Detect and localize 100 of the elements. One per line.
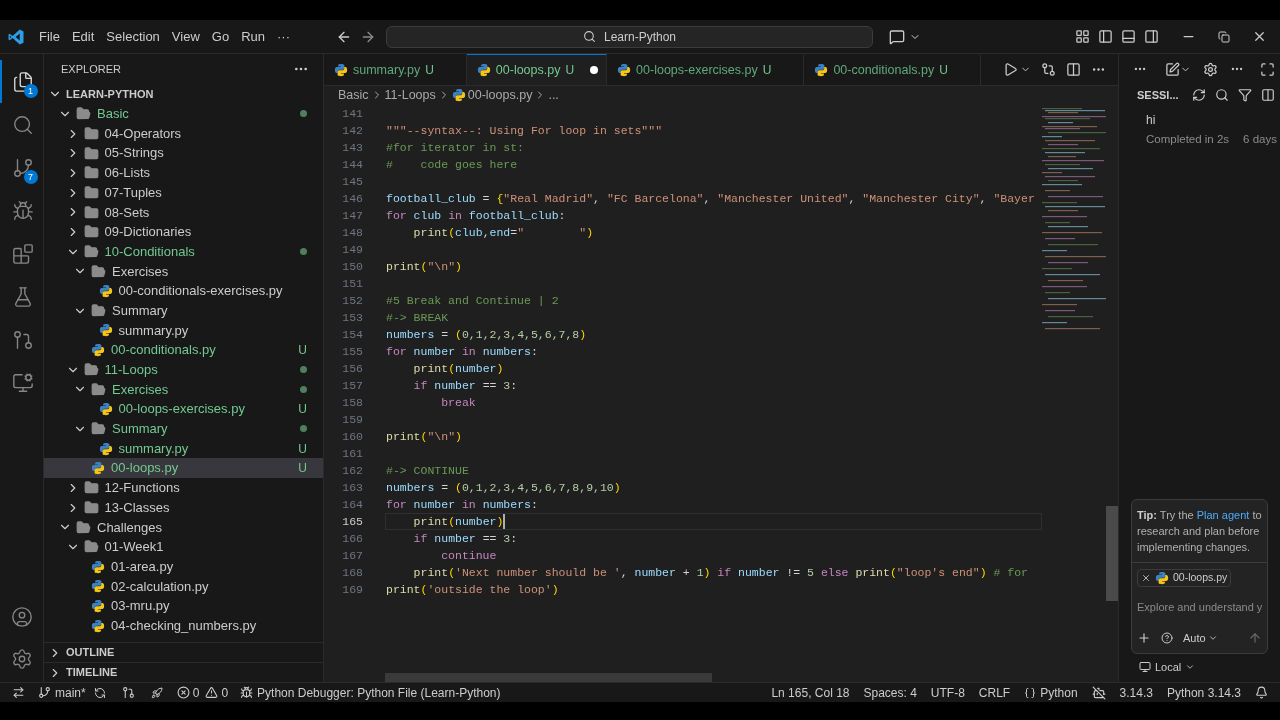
tree-item[interactable]: 05-Strings (44, 143, 323, 164)
caret-icon (1185, 662, 1196, 672)
tree-item[interactable]: 03-mru.py (44, 596, 323, 616)
remote-icon[interactable] (11, 686, 25, 699)
tree-item[interactable]: summary.py (44, 320, 323, 341)
editor-tab[interactable]: 00-conditionals.py U (804, 54, 981, 85)
git-graph-icon[interactable] (121, 686, 135, 699)
menu-item[interactable]: Selection (100, 24, 166, 49)
tree-item[interactable]: 09-Dictionaries (44, 222, 323, 242)
status-item[interactable]: UTF-8 (930, 683, 965, 702)
send-icon[interactable] (1248, 630, 1262, 645)
python-file-icon (617, 63, 632, 77)
status-item[interactable]: Spaces: 4 (863, 683, 917, 702)
copilot-icon[interactable] (1091, 685, 1106, 700)
tree-item[interactable]: Exercises (44, 261, 323, 282)
sync-icon[interactable] (93, 686, 106, 699)
tree-item[interactable]: Basic (44, 104, 323, 124)
tree-item[interactable]: Summary (44, 300, 323, 321)
account-icon[interactable] (10, 606, 33, 628)
branch-button[interactable]: main* (38, 683, 86, 702)
editor-tab[interactable]: 00-loops-exercises.py U (607, 54, 805, 85)
breadcrumb-item[interactable]: 11-Loops (384, 85, 436, 105)
filter-icon[interactable] (1237, 88, 1252, 102)
tree-item[interactable]: 04-Operators (44, 123, 323, 144)
breadcrumb-item[interactable]: Basic (338, 85, 369, 105)
breadcrumb-item[interactable]: ... (548, 85, 559, 105)
tree-item[interactable]: Challenges (44, 517, 323, 538)
close-icon[interactable] (1252, 29, 1267, 44)
split-editor-icon[interactable] (1066, 62, 1081, 77)
menu-item[interactable]: Run (235, 24, 271, 49)
language-button[interactable]: Python (1024, 683, 1078, 702)
section-header[interactable]: OUTLINE (44, 642, 323, 662)
debug-button[interactable]: Python Debugger: Python File (Learn-Python) (240, 683, 501, 702)
search-icon[interactable] (1214, 88, 1229, 102)
minimap[interactable] (1042, 106, 1106, 332)
text-cursor (503, 514, 506, 529)
split-icon[interactable] (1260, 88, 1275, 102)
menu-item[interactable]: View (165, 24, 206, 49)
layout-icon[interactable] (1075, 29, 1090, 44)
chat-input[interactable]: Explore and understand y (1137, 597, 1262, 616)
location-dropdown[interactable]: Local (1139, 658, 1280, 676)
menu-item[interactable]: ··· (271, 24, 296, 49)
rocket-icon[interactable] (150, 686, 163, 699)
tree-item[interactable]: summary.py U (44, 438, 323, 459)
editor-tab[interactable]: 00-loops.py U (466, 54, 608, 85)
tree-item[interactable]: 01-area.py (44, 556, 323, 577)
add-icon[interactable] (1137, 630, 1151, 645)
tree-item[interactable]: 11-Loops (44, 359, 323, 380)
tree-item[interactable]: 00-loops-exercises.py U (44, 399, 323, 419)
tree-item[interactable]: 00-conditionals.py U (44, 340, 323, 360)
tree-item[interactable]: Summary (44, 419, 323, 439)
problems-button[interactable]: 0 0 (176, 683, 229, 702)
extensions-icon (11, 242, 34, 265)
status-item[interactable]: Python 3.14.3 (1166, 683, 1241, 702)
refresh-icon[interactable] (1191, 88, 1206, 102)
session-item[interactable]: hi Completed in 2s 6 days (1119, 106, 1280, 149)
compare-icon[interactable] (1041, 62, 1056, 77)
tree-item[interactable]: 02-calculation.py (44, 576, 323, 597)
tree-item[interactable]: 10-Conditionals (44, 241, 323, 262)
tree-item[interactable]: 06-Lists (44, 163, 323, 183)
attachment-chip[interactable]: 00-loops.py (1137, 569, 1232, 587)
line-number: 162 (341, 463, 363, 479)
help-icon[interactable] (1161, 631, 1173, 644)
tree-item[interactable]: 13-Classes (44, 497, 323, 518)
status-item[interactable]: Ln 165, Col 18 (771, 683, 850, 702)
tree-item[interactable]: 12-Functions (44, 478, 323, 498)
maximize-icon[interactable] (1260, 61, 1275, 77)
toggle-panel-icon[interactable] (1121, 29, 1136, 44)
code-line: #5 Break and Continue | 2 (386, 293, 559, 308)
settings-icon[interactable] (10, 648, 33, 670)
search-field[interactable]: Learn-Python (386, 25, 873, 48)
code-line: for number in numbers: (386, 344, 538, 359)
status-item[interactable]: 3.14.3 (1119, 683, 1153, 702)
toggle-secondary-sidebar-icon[interactable] (1144, 29, 1159, 44)
tree-item[interactable]: 01-Week1 (44, 537, 323, 557)
editor-tab[interactable]: summary.py U (324, 54, 467, 85)
settings-icon[interactable] (1203, 61, 1218, 77)
tree-item[interactable]: 04-checking_numbers.py (44, 615, 323, 636)
toggle-sidebar-icon[interactable] (1098, 29, 1113, 44)
tree-item[interactable]: Exercises (44, 379, 323, 400)
remove-icon[interactable] (1141, 573, 1151, 583)
menu-item[interactable]: Edit (65, 24, 101, 49)
restore-icon[interactable] (1218, 30, 1230, 43)
tree-item[interactable]: 08-Sets (44, 202, 323, 223)
breadcrumb-item[interactable]: 00-loops.py (467, 85, 533, 105)
tree-item[interactable]: 00-loops.py U (44, 458, 323, 479)
activity-bar-item[interactable]: 7 (0, 146, 44, 189)
menu-item[interactable]: Go (205, 24, 236, 49)
mode-dropdown[interactable]: Auto (1183, 629, 1218, 646)
scrollbar-thumb[interactable] (385, 673, 712, 682)
scrollbar-thumb[interactable] (1106, 506, 1118, 601)
run-icon[interactable] (1003, 62, 1018, 77)
notification-icon[interactable] (1255, 686, 1268, 699)
tree-root[interactable]: LEARN-PYTHON (44, 84, 323, 104)
menu-item[interactable]: File (33, 24, 66, 49)
status-item[interactable]: CRLF (978, 683, 1011, 702)
new-chat-icon[interactable] (1165, 61, 1180, 77)
tree-item[interactable]: 07-Tuples (44, 182, 323, 203)
tree-item[interactable]: 00-conditionals-exercises.py (44, 281, 323, 301)
plan-agent-link[interactable]: Plan agent (1196, 509, 1250, 521)
